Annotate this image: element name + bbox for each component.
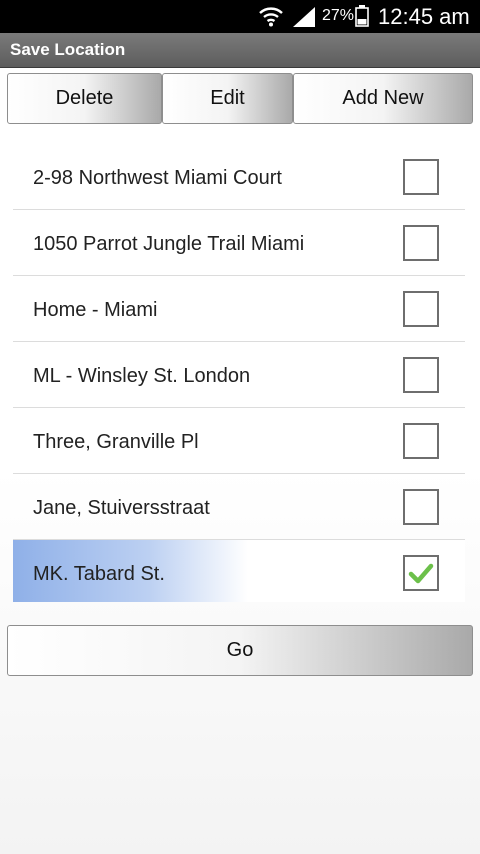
location-label: ML - Winsley St. London	[33, 365, 251, 387]
location-label: Three, Granville Pl	[33, 431, 199, 453]
signal-icon	[293, 7, 315, 27]
wifi-icon	[259, 7, 283, 27]
location-label: Home - Miami	[33, 299, 158, 321]
add-new-button[interactable]: Add New	[293, 73, 473, 124]
page-title: Save Location	[10, 40, 126, 59]
location-row[interactable]: 1050 Parrot Jungle Trail Miami	[13, 210, 465, 276]
clock: 12:45 am	[378, 4, 470, 29]
location-list: 2-98 Northwest Miami Court 1050 Parrot J…	[13, 144, 465, 602]
location-checkbox[interactable]	[403, 225, 439, 261]
location-checkbox[interactable]	[403, 159, 439, 195]
delete-button[interactable]: Delete	[7, 73, 162, 124]
location-label: MK. Tabard St.	[33, 563, 165, 585]
location-checkbox[interactable]	[403, 357, 439, 393]
location-row[interactable]: Three, Granville Pl	[13, 408, 465, 474]
battery-icon	[355, 5, 369, 27]
location-row[interactable]: ML - Winsley St. London	[13, 342, 465, 408]
location-label: Jane, Stuiversstraat	[33, 497, 210, 519]
location-row-selected[interactable]: MK. Tabard St.	[13, 540, 465, 602]
checkmark-icon	[408, 563, 434, 584]
location-row[interactable]: 2-98 Northwest Miami Court	[13, 144, 465, 210]
location-checkbox-checked[interactable]	[403, 555, 439, 591]
location-row[interactable]: Jane, Stuiversstraat	[13, 474, 465, 540]
location-checkbox[interactable]	[403, 291, 439, 327]
go-button[interactable]: Go	[7, 625, 473, 676]
location-label: 2-98 Northwest Miami Court	[33, 167, 282, 189]
location-checkbox[interactable]	[403, 423, 439, 459]
status-bar: 27% 12:45 am	[0, 0, 480, 33]
location-row[interactable]: Home - Miami	[13, 276, 465, 342]
location-label: 1050 Parrot Jungle Trail Miami	[33, 233, 305, 255]
title-bar: Save Location	[0, 33, 480, 68]
location-checkbox[interactable]	[403, 489, 439, 525]
edit-button[interactable]: Edit	[162, 73, 293, 124]
battery-percent: 27%	[322, 7, 355, 24]
